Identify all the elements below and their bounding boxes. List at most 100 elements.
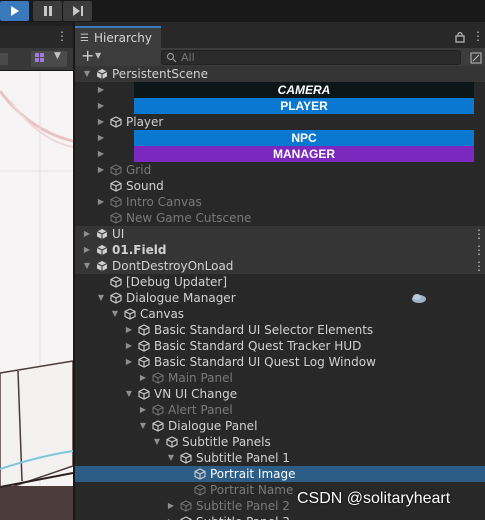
row-label: Subtitle Panel 2: [196, 499, 290, 513]
step-button[interactable]: [63, 1, 92, 21]
row-label: Portrait Name: [210, 483, 294, 497]
hierarchy-tab-bar: ☰ Hierarchy ⋮: [75, 26, 485, 48]
unity-scene-icon: [96, 228, 108, 240]
hierarchy-row[interactable]: ▶ PLAYER: [75, 98, 485, 114]
lock-icon[interactable]: [455, 31, 465, 43]
row-label: Basic Standard UI Quest Log Window: [154, 355, 376, 369]
expand-arrow-right-icon[interactable]: ▶: [95, 146, 107, 162]
hierarchy-row[interactable]: Portrait Image: [75, 466, 485, 482]
row-label: VN UI Change: [154, 387, 238, 401]
gameobject-cube-icon: [110, 212, 122, 224]
scene-row-menu-icon[interactable]: ⋮: [473, 226, 485, 242]
expand-arrow-right-icon[interactable]: ▶: [123, 338, 135, 354]
expand-arrow-right-icon[interactable]: ▶: [81, 242, 93, 258]
hierarchy-row[interactable]: ▶ Main Panel: [75, 370, 485, 386]
row-label: Sound: [126, 179, 164, 193]
expand-arrow-right-icon[interactable]: ▶: [165, 514, 177, 520]
maximize-icon[interactable]: [470, 52, 482, 64]
tab-hierarchy[interactable]: ☰ Hierarchy: [75, 26, 161, 48]
hierarchy-menu-icon[interactable]: ⋮: [472, 29, 484, 43]
expand-arrow-down-icon[interactable]: ▼: [81, 258, 93, 274]
hierarchy-row[interactable]: ▶ Subtitle Panel 3: [75, 514, 485, 520]
gameobject-cube-icon: [110, 276, 122, 288]
gameobject-cube-icon: [180, 516, 192, 520]
expand-arrow-right-icon[interactable]: ▶: [95, 194, 107, 210]
row-label: UI: [112, 227, 125, 241]
gizmo-dropdown[interactable]: ▼: [31, 51, 67, 67]
gameobject-cube-icon: [110, 292, 122, 304]
gameobject-cube-icon: [194, 484, 206, 496]
hierarchy-row[interactable]: ▶ NPC: [75, 130, 485, 146]
row-label: Dialogue Manager: [126, 291, 236, 305]
hierarchy-row[interactable]: ▼ Dialogue Panel: [75, 418, 485, 434]
search-icon: [166, 52, 177, 63]
expand-arrow-right-icon[interactable]: ▶: [95, 114, 107, 130]
expand-arrow-down-icon[interactable]: ▼: [151, 434, 163, 450]
row-label: DontDestroyOnLoad: [112, 259, 234, 273]
scene-canvas[interactable]: [0, 71, 73, 520]
hierarchy-row[interactable]: ▶ Basic Standard UI Selector Elements: [75, 322, 485, 338]
row-label: Basic Standard UI Selector Elements: [154, 323, 374, 337]
hierarchy-row[interactable]: ▼ Dialogue Manager: [75, 290, 485, 306]
scene-tool-button[interactable]: [0, 53, 8, 65]
pause-button[interactable]: [33, 1, 62, 21]
row-label: Subtitle Panel 3: [196, 514, 290, 520]
expand-arrow-right-icon[interactable]: ▶: [123, 354, 135, 370]
expand-arrow-right-icon[interactable]: ▶: [95, 82, 107, 98]
search-input[interactable]: [181, 51, 451, 64]
gameobject-cube-icon: [180, 500, 192, 512]
hierarchy-row[interactable]: ▶ Basic Standard Quest Tracker HUD: [75, 338, 485, 354]
hierarchy-row[interactable]: Sound: [75, 178, 485, 194]
hierarchy-row[interactable]: [Debug Updater]: [75, 274, 485, 290]
row-label: [Debug Updater]: [126, 275, 228, 289]
scene-row-menu-icon[interactable]: ⋮: [473, 242, 485, 258]
hierarchy-row[interactable]: ▶ Grid: [75, 162, 485, 178]
expand-arrow-down-icon[interactable]: ▼: [95, 290, 107, 306]
row-label: Basic Standard Quest Tracker HUD: [154, 339, 362, 353]
gameobject-cube-icon: [138, 324, 150, 336]
expand-arrow-right-icon[interactable]: ▶: [137, 402, 149, 418]
hierarchy-row[interactable]: ▶ Intro Canvas: [75, 194, 485, 210]
hierarchy-row[interactable]: ▼ Subtitle Panels: [75, 434, 485, 450]
expand-arrow-right-icon[interactable]: ▶: [81, 226, 93, 242]
hierarchy-row[interactable]: ▶ Alert Panel: [75, 402, 485, 418]
expand-arrow-right-icon[interactable]: ▶: [95, 162, 107, 178]
gameobject-cube-icon: [138, 388, 150, 400]
expand-arrow-down-icon[interactable]: ▼: [123, 386, 135, 402]
watermark-text: CSDN @solitaryheart: [297, 490, 451, 507]
hierarchy-row[interactable]: ▶ Basic Standard UI Quest Log Window: [75, 354, 485, 370]
hierarchy-row[interactable]: ▼ VN UI Change: [75, 386, 485, 402]
expand-arrow-down-icon[interactable]: ▼: [109, 306, 121, 322]
add-button[interactable]: +: [81, 46, 94, 65]
scene-row[interactable]: ▶ 01.Field ⋮: [75, 242, 485, 258]
scene-row[interactable]: ▶ UI ⋮: [75, 226, 485, 242]
search-field[interactable]: [161, 50, 461, 65]
gameobject-cube-icon: [138, 340, 150, 352]
expand-arrow-right-icon[interactable]: ▶: [95, 130, 107, 146]
expand-arrow-right-icon[interactable]: ▶: [123, 322, 135, 338]
hierarchy-row[interactable]: New Game Cutscene: [75, 210, 485, 226]
pause-icon: [43, 6, 52, 16]
hierarchy-row[interactable]: ▶ MANAGER: [75, 146, 485, 162]
expand-arrow-down-icon[interactable]: ▼: [165, 450, 177, 466]
scene-row[interactable]: ▼ PersistentScene: [75, 66, 485, 82]
expand-arrow-right-icon[interactable]: ▶: [137, 370, 149, 386]
scene-row[interactable]: ▼ DontDestroyOnLoad ⋮: [75, 258, 485, 274]
gameobject-cube-icon: [152, 420, 164, 432]
hierarchy-row[interactable]: ▼ Canvas: [75, 306, 485, 322]
colored-header-label: NPC: [134, 130, 474, 146]
hierarchy-row[interactable]: ▶ Player: [75, 114, 485, 130]
scene-menu-icon[interactable]: ⋮: [56, 29, 68, 43]
add-dropdown-chevron-icon[interactable]: ▼: [95, 51, 101, 60]
play-button[interactable]: [0, 1, 29, 21]
scene-row-menu-icon[interactable]: ⋮: [473, 258, 485, 274]
expand-arrow-down-icon[interactable]: ▼: [137, 418, 149, 434]
expand-arrow-right-icon[interactable]: ▶: [95, 98, 107, 114]
expand-arrow-right-icon[interactable]: ▶: [165, 498, 177, 514]
scene-toolbar: ▼: [0, 48, 73, 71]
hierarchy-row[interactable]: ▼ Subtitle Panel 1: [75, 450, 485, 466]
chevron-down-icon: ▼: [54, 51, 61, 61]
scene-tab-strip: ⋮: [0, 26, 73, 48]
expand-arrow-down-icon[interactable]: ▼: [81, 66, 93, 82]
hierarchy-row[interactable]: ▶ CAMERA: [75, 82, 485, 98]
